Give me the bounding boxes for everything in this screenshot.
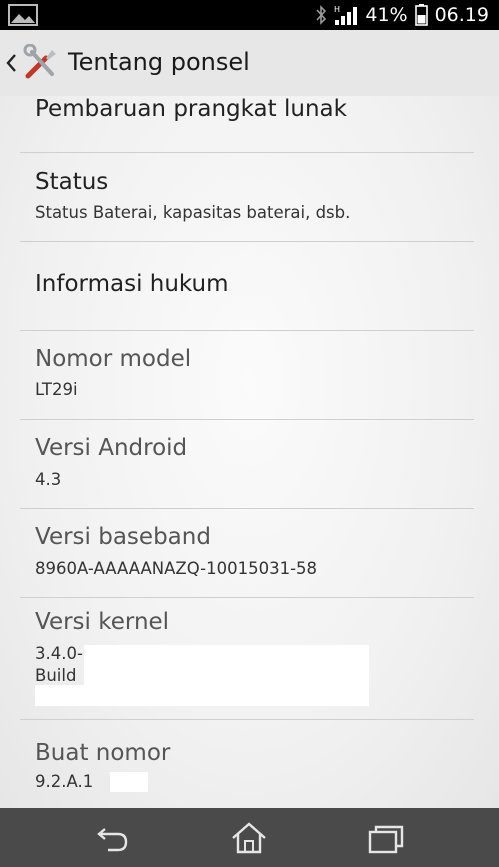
settings-list: Pembaruan prangkat lunak Status Status B… <box>0 96 499 808</box>
item-title: Nomor model <box>35 346 192 372</box>
bluetooth-icon <box>316 5 327 25</box>
item-title: Buat nomor <box>35 740 171 766</box>
item-title: Versi kernel <box>35 609 170 635</box>
list-item-android-version: Versi Android 4.3 <box>0 420 499 508</box>
status-bar: H 41% 06.19 <box>0 0 499 30</box>
item-title: Pembaruan prangkat lunak <box>35 96 347 122</box>
item-subtitle: 4.3 <box>35 470 62 489</box>
item-title: Versi baseband <box>35 524 211 550</box>
page-title: Tentang ponsel <box>68 48 250 76</box>
item-title: Informasi hukum <box>35 271 229 297</box>
recent-apps-icon[interactable] <box>366 822 406 854</box>
svg-text:H: H <box>334 5 340 14</box>
item-subtitle-line2: Build <box>35 666 77 685</box>
list-item-legal-info[interactable]: Informasi hukum <box>0 242 499 330</box>
item-title: Versi Android <box>35 435 188 461</box>
item-subtitle: Status Baterai, kapasitas baterai, dsb. <box>35 203 351 222</box>
list-item-software-update[interactable]: Pembaruan prangkat lunak <box>0 96 499 152</box>
battery-icon <box>414 4 428 26</box>
redaction-box <box>84 645 369 685</box>
item-subtitle: 9.2.A.1 <box>35 772 94 791</box>
back-icon[interactable] <box>92 822 132 854</box>
list-item-build-number: Buat nomor 9.2.A.1 <box>0 720 499 808</box>
clock: 06.19 <box>434 4 489 26</box>
item-subtitle: 8960A-AAAAANAZQ-10015031-58 <box>35 559 318 578</box>
item-subtitle: 3.4.0- <box>35 644 83 663</box>
gallery-icon <box>8 4 38 26</box>
list-item-status[interactable]: Status Status Baterai, kapasitas baterai… <box>0 153 499 241</box>
home-icon[interactable] <box>229 822 269 854</box>
redaction-box <box>35 685 369 706</box>
action-bar: Tentang ponsel <box>0 30 499 97</box>
item-subtitle: LT29i <box>35 380 78 399</box>
list-item-kernel-version: Versi kernel 3.4.0- Build <box>0 598 499 718</box>
back-chevron-icon[interactable] <box>4 52 18 74</box>
redaction-box <box>110 772 148 792</box>
list-item-model-number: Nomor model LT29i <box>0 331 499 419</box>
list-item-baseband-version: Versi baseband 8960A-AAAAANAZQ-10015031-… <box>0 509 499 597</box>
navigation-bar <box>0 808 499 867</box>
battery-percent: 41% <box>365 4 408 26</box>
signal-icon: H <box>334 5 358 25</box>
settings-tools-icon[interactable] <box>22 44 60 82</box>
item-title: Status <box>35 169 109 195</box>
